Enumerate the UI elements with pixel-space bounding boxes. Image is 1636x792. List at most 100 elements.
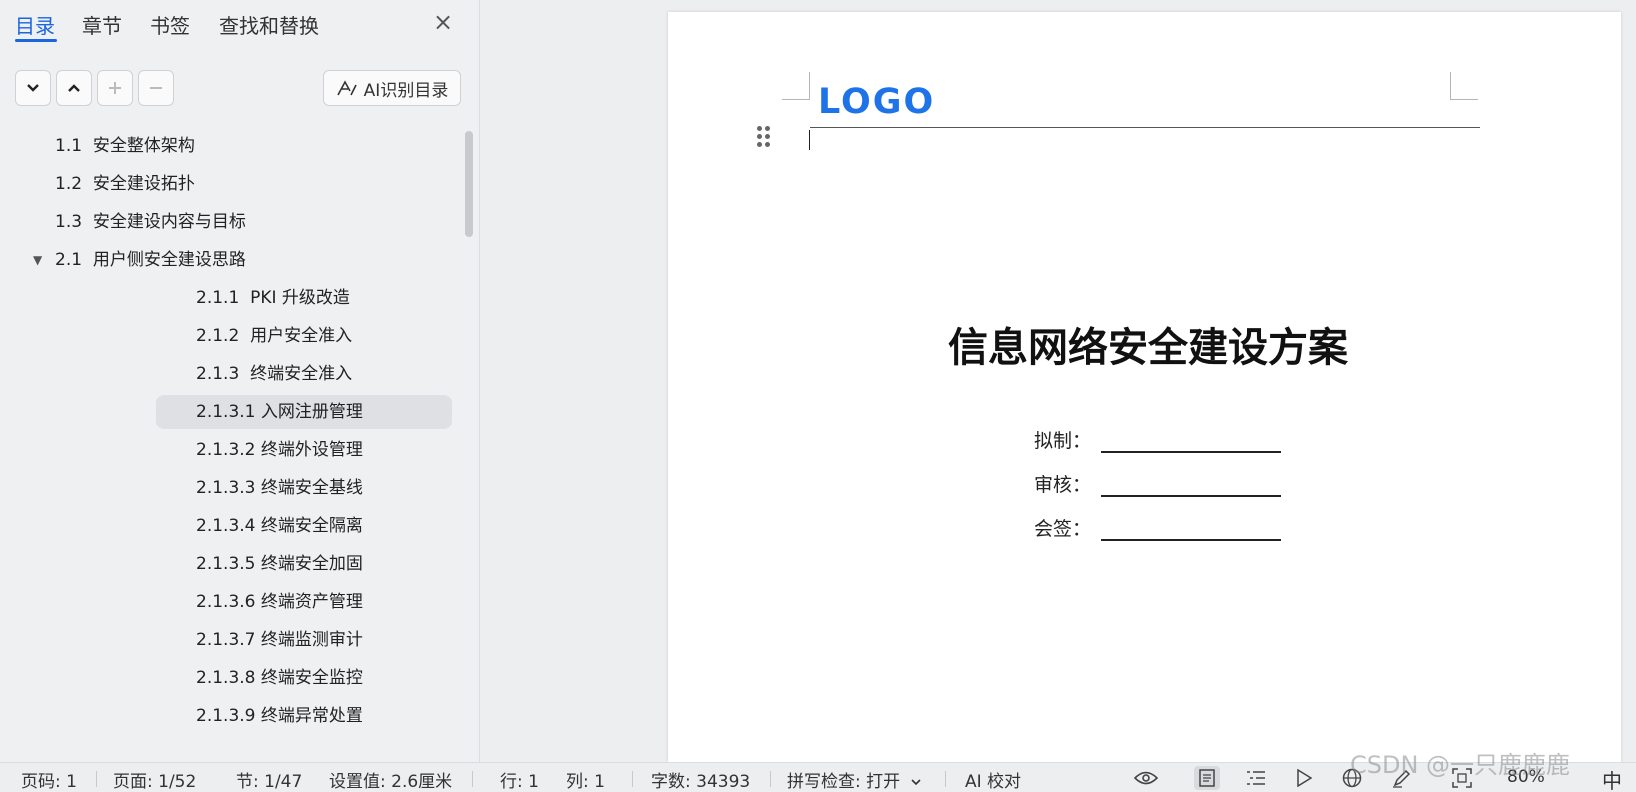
sign-label: 拟制： [1034,430,1092,452]
toc-item[interactable]: 2.1.3 终端安全准入 [196,357,352,391]
toc-item[interactable]: 1.3 安全建设内容与目标 [55,205,246,239]
outline-view-icon[interactable] [1243,766,1269,790]
status-page[interactable]: 页面: 1/52 [113,767,196,792]
status-setting: 设置值: 2.6厘米 [329,772,453,792]
sign-row-countersign: 会签： [1034,514,1281,541]
sign-label: 审核： [1034,474,1092,496]
status-separator [945,771,946,787]
toc-item-num: 2.1.3.8 [196,668,256,688]
toc-item[interactable]: 2.1.3.2 终端外设管理 [196,433,363,467]
toc-item-num: 2.1.3.6 [196,592,256,612]
ime-indicator[interactable]: 中 [1602,765,1622,792]
toc-item-num: 2.1.3.5 [196,554,256,574]
toc-item-num: 2.1.3.1 [196,402,256,422]
status-separator [770,771,771,787]
document-title: 信息网络安全建设方案 [948,324,1348,371]
toc-item[interactable]: 2.1.3.3 终端安全基线 [196,471,363,505]
toc-item-title: 终端异常处置 [260,706,363,726]
toc-item-title: 终端外设管理 [260,440,363,460]
watermark: CSDN @一只鹿鹿鹿 [1350,751,1571,779]
toc-item[interactable]: 1.1 安全整体架构 [55,129,195,163]
toc-item-num: 2.1.3 [196,364,240,384]
tab-bookmarks[interactable]: 书签 [150,10,190,39]
chevron-down-icon [27,84,39,92]
status-ai-check[interactable]: AI 校对 [965,767,1021,792]
toc-item-num: 2.1.3.3 [196,478,256,498]
tab-find-replace[interactable]: 查找和替换 [219,10,319,39]
toc-item-title: 终端安全监控 [260,668,363,688]
sign-label: 会签： [1034,518,1092,540]
document-page[interactable]: LOGO 信息网络安全建设方案 拟制： 审核： 会签： [668,12,1621,762]
ai-toc-button[interactable]: AI识别目录 [323,70,461,106]
sign-line [1101,451,1281,453]
remove-level-button[interactable] [138,70,174,106]
margin-corner-top-left [782,72,810,100]
text-cursor [809,130,810,150]
play-icon[interactable] [1291,766,1317,790]
close-icon[interactable]: × [432,10,454,34]
sign-line [1101,539,1281,541]
toc-item[interactable]: 2.1.1 PKI 升级改造 [196,281,350,315]
ai-toc-label: AI识别目录 [363,80,449,101]
spell-check-label: 拼写检查: 打开 [787,772,901,792]
toc-item-title: 安全建设内容与目标 [92,212,246,232]
collapse-triangle-icon[interactable]: ▼ [33,253,42,267]
header-divider [810,127,1480,128]
toc-item[interactable]: 2.1.3.8 终端安全监控 [196,661,363,695]
toc-item[interactable]: 2.1 用户侧安全建设思路 [55,243,246,277]
active-tab-indicator [15,39,57,42]
toc-item-title: 安全建设拓扑 [92,174,195,194]
status-page-number: 页码: 1 [21,772,77,792]
margin-corner-top-right [1450,72,1478,100]
toc-item[interactable]: 2.1.3.5 终端安全加固 [196,547,363,581]
toc-item-title: 终端资产管理 [260,592,363,612]
sign-row-review: 审核： [1034,470,1281,497]
chevron-up-icon [68,84,80,92]
toc-item[interactable]: 2.1.3.4 终端安全隔离 [196,509,363,543]
toc-item[interactable]: 2.1.3.9 终端异常处置 [196,699,363,733]
toc-item-num: 1.2 [55,174,83,194]
status-row: 行: 1 [500,772,539,792]
expand-down-button[interactable] [15,70,51,106]
toc-item-num: 2.1.1 [196,288,240,308]
drag-handle-icon[interactable] [754,126,774,156]
toc-item-title: PKI 升级改造 [250,288,350,308]
toc-scrollbar[interactable] [465,131,473,237]
toc-toolbar: AI识别目录 [0,68,480,108]
chevron-down-icon [910,779,921,786]
toc-item-selected[interactable]: 2.1.3.1 入网注册管理 [156,395,452,429]
toc-item-title: 用户安全准入 [250,326,353,346]
toc-item-num: 1.1 [55,136,83,156]
sidebar-tabs: 目录 章节 书签 查找和替换 × [0,0,480,46]
status-word-count[interactable]: 字数: 34393 [651,767,750,792]
status-separator [96,771,97,787]
toc-item[interactable]: 2.1.3.7 终端监测审计 [196,623,363,657]
toc-item[interactable]: 1.2 安全建设拓扑 [55,167,195,201]
toc-item-title: 终端安全基线 [260,478,363,498]
add-level-button[interactable] [97,70,133,106]
toc-item-title: 安全整体架构 [92,136,195,156]
ai-pen-icon [336,80,357,96]
status-column: 列: 1 [566,772,605,792]
tab-chapters[interactable]: 章节 [82,10,122,39]
toc-item-title: 用户侧安全建设思路 [92,250,246,270]
toc-item-num: 2.1.3.4 [196,516,256,536]
sign-line [1101,495,1281,497]
toc-item-num: 2.1.3.9 [196,706,256,726]
tab-toc[interactable]: 目录 [15,10,55,39]
toc-item[interactable]: 2.1.2 用户安全准入 [196,319,352,353]
toc-list: 1.1 安全整体架构 1.2 安全建设拓扑 1.3 安全建设内容与目标 ▼ 2.… [0,129,470,749]
toc-item-num: 2.1.3.7 [196,630,256,650]
eye-icon[interactable] [1133,766,1159,790]
minus-icon [150,87,162,89]
page-view-icon[interactable] [1194,766,1220,790]
toc-item-title: 终端安全隔离 [260,516,363,536]
toc-item-title: 入网注册管理 [260,402,363,422]
toc-item-title: 终端监测审计 [260,630,363,650]
toc-item-num: 1.3 [55,212,83,232]
toc-item[interactable]: 2.1.3.6 终端资产管理 [196,585,363,619]
toc-sidebar: 目录 章节 书签 查找和替换 × AI识别目录 1.1 安全整体架构 1.2 安… [0,0,480,762]
status-spell-check[interactable]: 拼写检查: 打开 [787,767,922,792]
toc-item-num: 2.1.2 [196,326,240,346]
collapse-up-button[interactable] [56,70,92,106]
